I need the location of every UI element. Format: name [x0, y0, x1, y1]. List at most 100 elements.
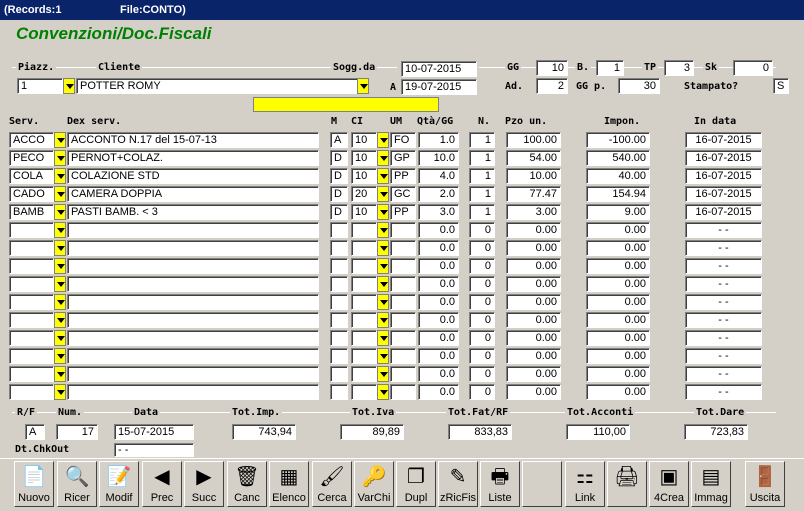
cell-n[interactable]: 0 — [469, 312, 495, 328]
cell-m[interactable] — [330, 276, 348, 292]
cell-m[interactable] — [330, 222, 348, 238]
dupl-button[interactable]: ❐ Dupl — [396, 461, 436, 507]
cell-m[interactable] — [330, 348, 348, 364]
ricer-button[interactable]: 🔍 Ricer — [57, 461, 97, 507]
chevron-down-icon[interactable] — [377, 168, 389, 184]
cell-n[interactable]: 0 — [469, 384, 495, 400]
cell-ci[interactable] — [351, 312, 377, 328]
cell-impon[interactable]: 154.94 — [586, 186, 650, 202]
cell-um[interactable] — [390, 240, 416, 256]
cell-impon[interactable]: 0.00 — [586, 294, 650, 310]
cell-ci[interactable]: 20 — [351, 186, 377, 202]
cell-impon[interactable]: -100.00 — [586, 132, 650, 148]
cell-m[interactable] — [330, 240, 348, 256]
cell-qta[interactable]: 0.0 — [418, 276, 459, 292]
cell-ci[interactable] — [351, 384, 377, 400]
cell-indata[interactable]: - - — [685, 294, 762, 310]
chkout-field[interactable]: - - — [114, 443, 194, 457]
cell-indata[interactable]: 16-07-2015 — [685, 204, 762, 220]
varchi-button[interactable]: 🔑 VarChi — [354, 461, 394, 507]
chevron-down-icon[interactable] — [377, 132, 389, 148]
cell-n[interactable]: 0 — [469, 366, 495, 382]
cell-indata[interactable]: - - — [685, 366, 762, 382]
cell-impon[interactable]: 540.00 — [586, 150, 650, 166]
cell-qta[interactable]: 1.0 — [418, 132, 459, 148]
cell-dex[interactable]: ACCONTO N.17 del 15-07-13 — [67, 132, 319, 148]
cell-qta[interactable]: 0.0 — [418, 330, 459, 346]
cell-dex[interactable]: CAMERA DOPPIA — [67, 186, 319, 202]
cell-impon[interactable]: 40.00 — [586, 168, 650, 184]
cell-serv[interactable] — [9, 312, 54, 328]
chevron-down-icon[interactable] — [377, 366, 389, 382]
chevron-down-icon[interactable] — [377, 222, 389, 238]
cell-pzo[interactable]: 3.00 — [506, 204, 561, 220]
cell-um[interactable]: FO — [390, 132, 416, 148]
cell-indata[interactable]: 16-07-2015 — [685, 150, 762, 166]
cell-um[interactable] — [390, 276, 416, 292]
cell-indata[interactable]: - - — [685, 276, 762, 292]
cliente-field[interactable]: POTTER ROMY — [76, 78, 358, 94]
cliente-dropdown-icon[interactable] — [357, 78, 369, 94]
cell-m[interactable]: D — [330, 186, 348, 202]
cell-qta[interactable]: 0.0 — [418, 294, 459, 310]
cell-indata[interactable]: - - — [685, 240, 762, 256]
canc-button[interactable]: 🗑 Canc — [227, 461, 267, 507]
chevron-down-icon[interactable] — [54, 294, 66, 310]
cell-n[interactable]: 0 — [469, 222, 495, 238]
cell-m[interactable]: D — [330, 168, 348, 184]
cell-n[interactable]: 1 — [469, 186, 495, 202]
cell-impon[interactable]: 0.00 — [586, 240, 650, 256]
cell-impon[interactable]: 0.00 — [586, 384, 650, 400]
uscita-button[interactable]: 🚪 Uscita — [745, 461, 785, 507]
cell-m[interactable]: A — [330, 132, 348, 148]
cell-indata[interactable]: - - — [685, 384, 762, 400]
chevron-down-icon[interactable] — [54, 204, 66, 220]
cell-dex[interactable] — [67, 240, 319, 256]
chevron-down-icon[interactable] — [377, 186, 389, 202]
cell-m[interactable]: D — [330, 150, 348, 166]
cell-serv[interactable] — [9, 366, 54, 382]
cell-pzo[interactable]: 0.00 — [506, 366, 561, 382]
stampato-field[interactable]: S — [773, 78, 789, 94]
cell-ci[interactable] — [351, 240, 377, 256]
cell-ci[interactable] — [351, 348, 377, 364]
cell-dex[interactable] — [67, 312, 319, 328]
liste-button[interactable]: 🖶 Liste — [480, 461, 520, 507]
cell-serv[interactable] — [9, 258, 54, 274]
chevron-down-icon[interactable] — [54, 366, 66, 382]
piazz-field[interactable]: 1 — [17, 78, 63, 94]
cell-m[interactable]: D — [330, 204, 348, 220]
chevron-down-icon[interactable] — [54, 150, 66, 166]
cell-indata[interactable]: 16-07-2015 — [685, 186, 762, 202]
cell-pzo[interactable]: 0.00 — [506, 384, 561, 400]
cell-qta[interactable]: 2.0 — [418, 186, 459, 202]
cell-indata[interactable]: - - — [685, 330, 762, 346]
chevron-down-icon[interactable] — [377, 330, 389, 346]
cell-ci[interactable] — [351, 222, 377, 238]
cell-um[interactable] — [390, 222, 416, 238]
cell-indata[interactable]: 16-07-2015 — [685, 132, 762, 148]
cell-dex[interactable]: COLAZIONE STD — [67, 168, 319, 184]
cell-serv[interactable] — [9, 276, 54, 292]
cell-dex[interactable] — [67, 348, 319, 364]
chevron-down-icon[interactable] — [54, 330, 66, 346]
cell-impon[interactable]: 0.00 — [586, 276, 650, 292]
cell-n[interactable]: 1 — [469, 150, 495, 166]
rf-field[interactable]: A — [25, 424, 45, 440]
chevron-down-icon[interactable] — [377, 294, 389, 310]
chevron-down-icon[interactable] — [54, 276, 66, 292]
cell-ci[interactable] — [351, 330, 377, 346]
cell-qta[interactable]: 3.0 — [418, 204, 459, 220]
cell-um[interactable]: GP — [390, 150, 416, 166]
cell-serv[interactable] — [9, 240, 54, 256]
cell-pzo[interactable]: 0.00 — [506, 258, 561, 274]
cell-qta[interactable]: 0.0 — [418, 348, 459, 364]
cell-m[interactable] — [330, 312, 348, 328]
cell-um[interactable] — [390, 258, 416, 274]
cell-impon[interactable]: 0.00 — [586, 348, 650, 364]
chevron-down-icon[interactable] — [377, 276, 389, 292]
cell-serv[interactable] — [9, 222, 54, 238]
cell-qta[interactable]: 4.0 — [418, 168, 459, 184]
cell-serv[interactable] — [9, 330, 54, 346]
cell-indata[interactable]: - - — [685, 258, 762, 274]
